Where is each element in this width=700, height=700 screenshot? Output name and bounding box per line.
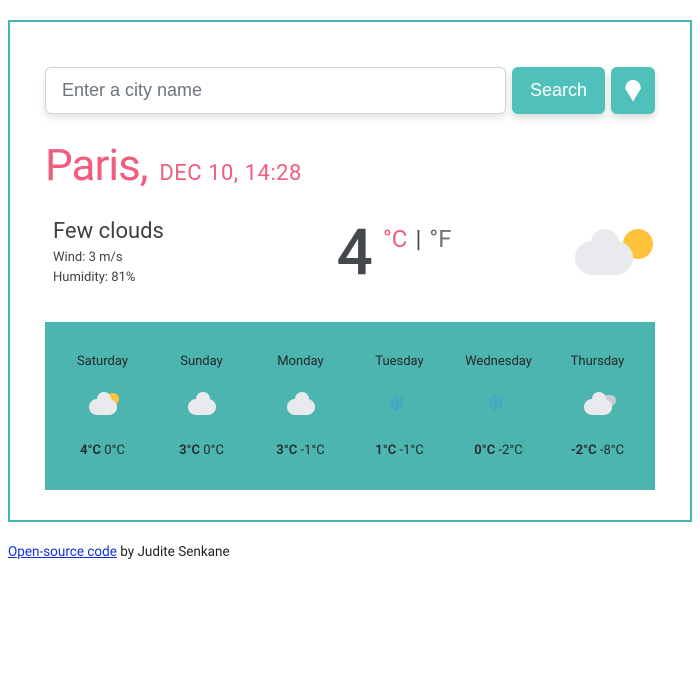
forecast-day: Saturday 4°C 0°C — [53, 354, 152, 458]
wind-text: Wind: 3 m/s — [53, 248, 213, 268]
forecast-day-name: Wednesday — [465, 354, 532, 369]
forecast-day-name: Saturday — [77, 354, 128, 369]
forecast-temps: 4°C 0°C — [80, 443, 125, 458]
forecast-day-name: Sunday — [180, 354, 223, 369]
forecast-high: 3°C — [276, 443, 297, 458]
forecast-high: 3°C — [179, 443, 200, 458]
current-conditions: Few clouds Wind: 3 m/s Humidity: 81% 4 °… — [53, 219, 655, 287]
forecast-low: 0°C — [104, 443, 125, 458]
snow-icon: ❄ — [380, 391, 420, 421]
source-code-link[interactable]: Open-source code — [8, 544, 117, 560]
cloud-multi-icon — [578, 391, 618, 421]
cloud-icon — [182, 391, 222, 421]
search-bar: Search — [45, 67, 655, 114]
unit-celsius-toggle[interactable]: °C — [383, 225, 408, 253]
forecast-high: 1°C — [375, 443, 396, 458]
forecast-low: -1°C — [300, 443, 324, 458]
forecast-low: -8°C — [600, 443, 624, 458]
city-search-input[interactable] — [45, 67, 506, 114]
forecast-temps: -2°C -8°C — [571, 443, 624, 458]
city-heading: Paris, DEC 10, 14:28 — [45, 139, 655, 191]
forecast-day: Wednesday ❄ 0°C -2°C — [449, 354, 548, 458]
forecast-day: Tuesday ❄ 1°C -1°C — [350, 354, 449, 458]
forecast-high: -2°C — [571, 443, 597, 458]
temperature-display: 4 °C | °F — [336, 221, 451, 285]
forecast-temps: 3°C 0°C — [179, 443, 224, 458]
forecast-day-name: Thursday — [571, 354, 625, 369]
footer-credit: Open-source code by Judite Senkane — [8, 544, 692, 560]
forecast-day-name: Monday — [277, 354, 323, 369]
local-datetime: DEC 10, 14:28 — [159, 161, 302, 186]
condition-text: Few clouds — [53, 219, 213, 244]
snow-icon: ❄ — [479, 391, 519, 421]
forecast-temps: 1°C -1°C — [375, 443, 423, 458]
forecast-low: 0°C — [203, 443, 224, 458]
forecast-high: 4°C — [80, 443, 101, 458]
forecast-day: Monday 3°C -1°C — [251, 354, 350, 458]
forecast-low: -2°C — [498, 443, 522, 458]
city-name: Paris — [45, 139, 140, 191]
search-button[interactable]: Search — [512, 67, 605, 114]
cloud-sun-icon — [83, 391, 123, 421]
forecast-high: 0°C — [474, 443, 495, 458]
forecast-temps: 3°C -1°C — [276, 443, 324, 458]
forecast-day: Sunday 3°C 0°C — [152, 354, 251, 458]
forecast-day-name: Tuesday — [375, 354, 423, 369]
forecast-low: -1°C — [399, 443, 423, 458]
forecast-temps: 0°C -2°C — [474, 443, 522, 458]
author-text: by Judite Senkane — [117, 544, 230, 560]
cloud-icon — [281, 391, 321, 421]
current-location-button[interactable] — [611, 67, 655, 114]
temperature-value: 4 — [336, 221, 372, 285]
forecast-strip: Saturday 4°C 0°C Sunday 3°C 0°C Monday 3°C -1… — [45, 322, 655, 490]
location-pin-icon — [625, 80, 641, 102]
few-clouds-icon — [575, 223, 655, 283]
unit-fahrenheit-toggle[interactable]: °F — [429, 225, 451, 253]
forecast-day: Thursday -2°C -8°C — [548, 354, 647, 458]
weather-app: Search Paris, DEC 10, 14:28 Few clouds W… — [8, 20, 692, 522]
humidity-text: Humidity: 81% — [53, 268, 213, 288]
